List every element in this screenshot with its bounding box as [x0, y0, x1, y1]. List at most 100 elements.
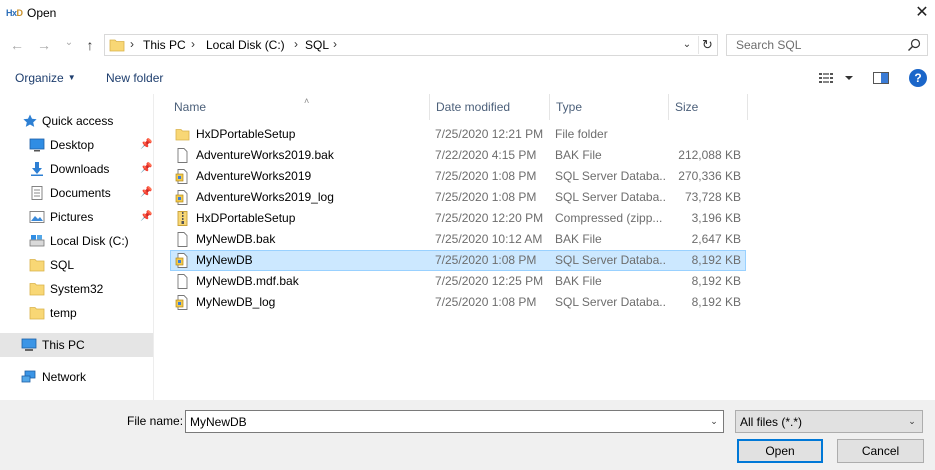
breadcrumb-separator[interactable]: ›: [294, 37, 298, 51]
sidebar-item-this-pc[interactable]: This PC: [0, 333, 153, 357]
table-row[interactable]: MyNewDB.mdf.bak 7/25/2020 12:25 PM BAK F…: [170, 271, 746, 292]
search-input[interactable]: Search SQL: [726, 34, 928, 56]
sidebar-item-pictures[interactable]: Pictures 📌: [0, 205, 154, 229]
zip-file-icon: [177, 211, 188, 226]
sidebar-item-quick-access[interactable]: Quick access: [0, 109, 154, 133]
column-header-type[interactable]: Type: [550, 94, 669, 120]
pin-icon[interactable]: 📌: [140, 205, 152, 229]
address-bar[interactable]: › This PC › Local Disk (C:) › SQL › ⌄ ↻: [104, 34, 718, 56]
cancel-button[interactable]: Cancel: [837, 439, 924, 463]
breadcrumb-sql[interactable]: SQL: [305, 38, 329, 52]
folder-icon: [109, 39, 125, 52]
organize-button[interactable]: Organize ▼: [15, 71, 76, 85]
computer-icon: [21, 338, 37, 351]
file-name-input[interactable]: MyNewDB ⌄: [185, 410, 724, 433]
sidebar-item-downloads[interactable]: Downloads 📌: [0, 157, 154, 181]
file-date: 7/25/2020 10:12 AM: [435, 232, 543, 246]
open-button[interactable]: Open: [737, 439, 823, 463]
sidebar-item-sql[interactable]: SQL: [0, 253, 154, 277]
file-type-select[interactable]: All files (*.*) ⌄: [735, 410, 923, 433]
file-size: 3,196 KB: [691, 211, 741, 225]
file-name: AdventureWorks2019.bak: [196, 148, 334, 162]
close-icon[interactable]: ✕: [912, 2, 932, 24]
hxd-app-icon: HxD: [6, 8, 23, 18]
title-bar: HxD Open ✕: [0, 0, 935, 27]
pin-icon[interactable]: 📌: [140, 181, 152, 205]
file-date: 7/25/2020 1:08 PM: [435, 295, 537, 309]
chevron-down-icon: ▼: [67, 73, 76, 82]
sidebar-item-local-disk[interactable]: Local Disk (C:): [0, 229, 154, 253]
breadcrumb-separator[interactable]: ›: [333, 37, 337, 51]
preview-pane-icon[interactable]: [872, 70, 890, 86]
file-date: 7/25/2020 1:08 PM: [435, 190, 537, 204]
window-title: Open: [27, 6, 57, 20]
download-icon: [31, 162, 43, 176]
change-view-icon[interactable]: [818, 70, 854, 86]
file-type: SQL Server Databa...: [555, 169, 667, 183]
sidebar-item-label: SQL: [50, 258, 75, 272]
pin-icon[interactable]: 📌: [140, 133, 152, 157]
table-row-selected[interactable]: MyNewDB 7/25/2020 1:08 PM SQL Server Dat…: [170, 250, 746, 271]
breadcrumb-separator[interactable]: ›: [191, 37, 195, 51]
sidebar-item-label: Desktop: [50, 138, 95, 152]
table-row[interactable]: AdventureWorks2019.bak 7/22/2020 4:15 PM…: [170, 145, 746, 166]
sort-ascending-icon: ˄: [304, 96, 310, 106]
file-name: MyNewDB_log: [196, 295, 276, 309]
network-icon: [21, 370, 36, 383]
file-name-label: File name:: [127, 414, 184, 428]
star-icon: [23, 114, 37, 127]
table-row[interactable]: MyNewDB.bak 7/25/2020 10:12 AM BAK File …: [170, 229, 746, 250]
file-icon: [177, 274, 188, 289]
table-row[interactable]: HxDPortableSetup 7/25/2020 12:21 PM File…: [170, 124, 746, 145]
search-icon[interactable]: [907, 38, 921, 52]
sidebar-item-documents[interactable]: Documents 📌: [0, 181, 154, 205]
column-header-size[interactable]: Size: [669, 94, 748, 120]
recent-locations-chevron-icon[interactable]: ⌄: [60, 34, 78, 52]
table-row[interactable]: HxDPortableSetup 7/25/2020 12:20 PM Comp…: [170, 208, 746, 229]
file-date: 7/25/2020 12:21 PM: [435, 127, 544, 141]
folder-icon: [175, 129, 190, 141]
table-row[interactable]: AdventureWorks2019 7/25/2020 1:08 PM SQL…: [170, 166, 746, 187]
file-name: HxDPortableSetup: [196, 211, 296, 225]
file-type: BAK File: [555, 274, 602, 288]
sidebar-item-label: Pictures: [50, 210, 94, 224]
breadcrumb-local-disk[interactable]: Local Disk (C:): [206, 38, 285, 52]
sidebar-item-label: Quick access: [42, 114, 114, 128]
file-date: 7/25/2020 1:08 PM: [435, 169, 537, 183]
address-dropdown-icon[interactable]: ⌄: [679, 37, 695, 53]
file-size: 8,192 KB: [691, 295, 741, 309]
documents-icon: [31, 186, 43, 200]
chevron-down-icon[interactable]: ⌄: [707, 414, 721, 429]
file-name: MyNewDB.mdf.bak: [196, 274, 299, 288]
sidebar-item-temp[interactable]: temp: [0, 301, 154, 325]
sidebar-item-desktop[interactable]: Desktop 📌: [0, 133, 154, 157]
file-type: File folder: [555, 127, 608, 141]
pin-icon[interactable]: 📌: [140, 157, 152, 181]
dialog-footer: File name: MyNewDB ⌄ All files (*.*) ⌄ O…: [0, 400, 935, 470]
desktop-icon: [29, 138, 45, 152]
back-arrow-icon[interactable]: ←: [8, 36, 26, 54]
sidebar-item-system32[interactable]: System32: [0, 277, 154, 301]
table-row[interactable]: AdventureWorks2019_log 7/25/2020 1:08 PM…: [170, 187, 746, 208]
file-size: 2,647 KB: [691, 232, 741, 246]
file-type: SQL Server Databa...: [555, 253, 667, 267]
forward-arrow-icon[interactable]: →: [35, 36, 53, 54]
sidebar-item-label: Downloads: [50, 162, 110, 176]
breadcrumb-this-pc[interactable]: This PC: [143, 38, 186, 52]
file-type: SQL Server Databa...: [555, 190, 667, 204]
refresh-icon[interactable]: ↻: [698, 36, 716, 54]
table-row[interactable]: MyNewDB_log 7/25/2020 1:08 PM SQL Server…: [170, 292, 746, 313]
breadcrumb-separator[interactable]: ›: [130, 37, 134, 51]
column-header-name[interactable]: Name ˄: [168, 94, 430, 120]
new-folder-button[interactable]: New folder: [106, 71, 163, 85]
file-name: MyNewDB: [196, 253, 253, 267]
sidebar-item-network[interactable]: Network: [0, 365, 154, 389]
file-size: 73,728 KB: [684, 190, 741, 204]
sidebar-item-label: Documents: [50, 186, 111, 200]
file-date: 7/25/2020 12:20 PM: [435, 211, 544, 225]
help-icon[interactable]: ?: [909, 69, 927, 87]
up-arrow-icon[interactable]: ↑: [81, 36, 99, 54]
column-header-date[interactable]: Date modified: [430, 94, 550, 120]
navigation-pane: Quick access Desktop 📌 Downloads 📌 Docum…: [0, 94, 154, 400]
file-icon: [177, 232, 188, 247]
